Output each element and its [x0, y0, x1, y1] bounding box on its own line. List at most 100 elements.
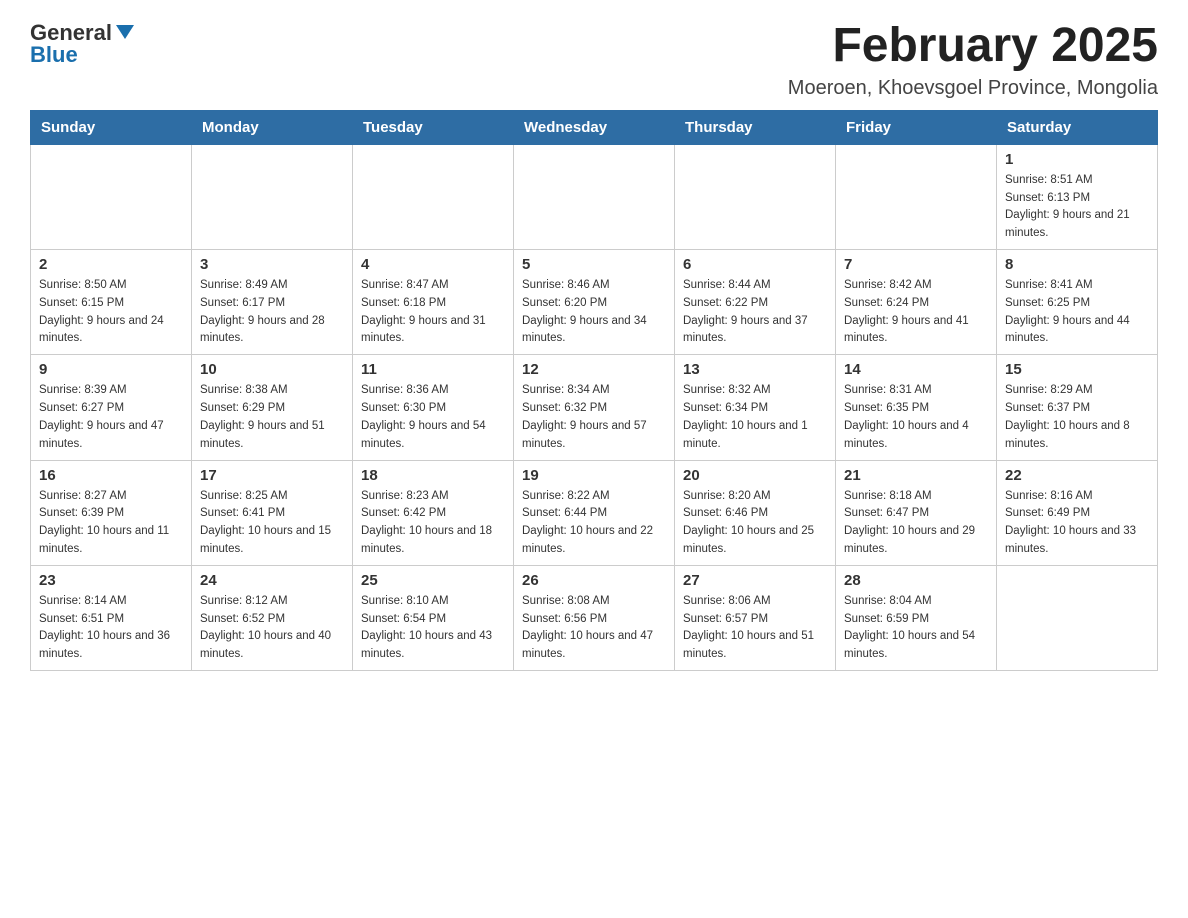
day-number: 9 — [39, 361, 183, 378]
header-thursday: Thursday — [675, 110, 836, 144]
calendar-cell: 8 Sunrise: 8:41 AMSunset: 6:25 PMDaylight… — [997, 250, 1158, 355]
calendar-cell: 27 Sunrise: 8:06 AMSunset: 6:57 PMDayligh… — [675, 565, 836, 670]
calendar-cell: 7 Sunrise: 8:42 AMSunset: 6:24 PMDaylight… — [836, 250, 997, 355]
day-number: 28 — [844, 572, 988, 589]
day-number: 18 — [361, 467, 505, 484]
calendar-cell: 24 Sunrise: 8:12 AMSunset: 6:52 PMDayligh… — [192, 565, 353, 670]
day-info: Sunrise: 8:16 AMSunset: 6:49 PMDaylight:… — [1005, 488, 1149, 559]
day-number: 11 — [361, 361, 505, 378]
calendar-cell: 18Sunrise: 8:23 AMSunset: 6:42 PMDayligh… — [353, 460, 514, 565]
calendar-cell: 5 Sunrise: 8:46 AMSunset: 6:20 PMDaylight… — [514, 250, 675, 355]
calendar-cell — [836, 144, 997, 249]
day-info: Sunrise: 8:39 AMSunset: 6:27 PMDaylight:… — [39, 382, 183, 453]
calendar-cell: 15 Sunrise: 8:29 AMSunset: 6:37 PMDayligh… — [997, 355, 1158, 460]
day-number: 6 — [683, 256, 827, 273]
day-info: Sunrise: 8:22 AMSunset: 6:44 PMDaylight:… — [522, 488, 666, 559]
calendar-cell — [997, 565, 1158, 670]
header-monday: Monday — [192, 110, 353, 144]
calendar-cell: 26 Sunrise: 8:08 AMSunset: 6:56 PMDayligh… — [514, 565, 675, 670]
calendar-cell: 25Sunrise: 8:10 AMSunset: 6:54 PMDayligh… — [353, 565, 514, 670]
day-info: Sunrise: 8:42 AMSunset: 6:24 PMDaylight:… — [844, 277, 988, 348]
day-info: Sunrise: 8:25 AMSunset: 6:41 PMDaylight:… — [200, 488, 344, 559]
day-number: 14 — [844, 361, 988, 378]
calendar-cell: 22 Sunrise: 8:16 AMSunset: 6:49 PMDayligh… — [997, 460, 1158, 565]
day-number: 13 — [683, 361, 827, 378]
calendar-cell: 19 Sunrise: 8:22 AMSunset: 6:44 PMDayligh… — [514, 460, 675, 565]
day-number: 17 — [200, 467, 344, 484]
calendar-cell: 10 Sunrise: 8:38 AMSunset: 6:29 PMDayligh… — [192, 355, 353, 460]
day-number: 20 — [683, 467, 827, 484]
day-info: Sunrise: 8:10 AMSunset: 6:54 PMDaylight:… — [361, 593, 505, 664]
calendar-cell — [31, 144, 192, 249]
title-area: February 2025 Moeroen, Khoevsgoel Provin… — [788, 20, 1158, 100]
day-info: Sunrise: 8:44 AMSunset: 6:22 PMDaylight:… — [683, 277, 827, 348]
day-number: 27 — [683, 572, 827, 589]
day-number: 2 — [39, 256, 183, 273]
day-info: Sunrise: 8:46 AMSunset: 6:20 PMDaylight:… — [522, 277, 666, 348]
logo: General Blue — [30, 20, 134, 68]
calendar-cell — [192, 144, 353, 249]
day-info: Sunrise: 8:27 AMSunset: 6:39 PMDaylight:… — [39, 488, 183, 559]
day-number: 22 — [1005, 467, 1149, 484]
header-friday: Friday — [836, 110, 997, 144]
day-info: Sunrise: 8:04 AMSunset: 6:59 PMDaylight:… — [844, 593, 988, 664]
calendar-table: Sunday Monday Tuesday Wednesday Thursday… — [30, 110, 1158, 671]
day-number: 4 — [361, 256, 505, 273]
day-info: Sunrise: 8:49 AMSunset: 6:17 PMDaylight:… — [200, 277, 344, 348]
day-number: 3 — [200, 256, 344, 273]
day-number: 8 — [1005, 256, 1149, 273]
day-info: Sunrise: 8:12 AMSunset: 6:52 PMDaylight:… — [200, 593, 344, 664]
calendar-cell: 2 Sunrise: 8:50 AMSunset: 6:15 PMDaylight… — [31, 250, 192, 355]
header-sunday: Sunday — [31, 110, 192, 144]
day-number: 10 — [200, 361, 344, 378]
day-number: 16 — [39, 467, 183, 484]
week-row-5: 23 Sunrise: 8:14 AMSunset: 6:51 PMDayligh… — [31, 565, 1158, 670]
calendar-cell: 4 Sunrise: 8:47 AMSunset: 6:18 PMDaylight… — [353, 250, 514, 355]
day-number: 5 — [522, 256, 666, 273]
header-tuesday: Tuesday — [353, 110, 514, 144]
day-info: Sunrise: 8:41 AMSunset: 6:25 PMDaylight:… — [1005, 277, 1149, 348]
calendar-cell: 23 Sunrise: 8:14 AMSunset: 6:51 PMDayligh… — [31, 565, 192, 670]
calendar-cell: 14 Sunrise: 8:31 AMSunset: 6:35 PMDayligh… — [836, 355, 997, 460]
calendar-cell — [675, 144, 836, 249]
day-info: Sunrise: 8:06 AMSunset: 6:57 PMDaylight:… — [683, 593, 827, 664]
day-number: 15 — [1005, 361, 1149, 378]
day-number: 26 — [522, 572, 666, 589]
day-number: 24 — [200, 572, 344, 589]
day-info: Sunrise: 8:20 AMSunset: 6:46 PMDaylight:… — [683, 488, 827, 559]
calendar-cell: 17 Sunrise: 8:25 AMSunset: 6:41 PMDayligh… — [192, 460, 353, 565]
day-info: Sunrise: 8:29 AMSunset: 6:37 PMDaylight:… — [1005, 382, 1149, 453]
day-info: Sunrise: 8:08 AMSunset: 6:56 PMDaylight:… — [522, 593, 666, 664]
week-row-4: 16 Sunrise: 8:27 AMSunset: 6:39 PMDayligh… — [31, 460, 1158, 565]
day-number: 23 — [39, 572, 183, 589]
page-header: General Blue February 2025 Moeroen, Khoe… — [30, 20, 1158, 100]
calendar-cell: 12Sunrise: 8:34 AMSunset: 6:32 PMDayligh… — [514, 355, 675, 460]
day-number: 12 — [522, 361, 666, 378]
week-row-1: 1Sunrise: 8:51 AMSunset: 6:13 PMDaylight… — [31, 144, 1158, 249]
day-info: Sunrise: 8:36 AMSunset: 6:30 PMDaylight:… — [361, 382, 505, 453]
day-number: 19 — [522, 467, 666, 484]
day-info: Sunrise: 8:18 AMSunset: 6:47 PMDaylight:… — [844, 488, 988, 559]
calendar-cell: 20 Sunrise: 8:20 AMSunset: 6:46 PMDayligh… — [675, 460, 836, 565]
calendar-cell: 16 Sunrise: 8:27 AMSunset: 6:39 PMDayligh… — [31, 460, 192, 565]
calendar-cell: 13 Sunrise: 8:32 AMSunset: 6:34 PMDayligh… — [675, 355, 836, 460]
weekday-header-row: Sunday Monday Tuesday Wednesday Thursday… — [31, 110, 1158, 144]
calendar-cell: 6 Sunrise: 8:44 AMSunset: 6:22 PMDaylight… — [675, 250, 836, 355]
calendar-subtitle: Moeroen, Khoevsgoel Province, Mongolia — [788, 77, 1158, 100]
day-info: Sunrise: 8:50 AMSunset: 6:15 PMDaylight:… — [39, 277, 183, 348]
logo-blue-text: Blue — [30, 42, 78, 68]
day-info: Sunrise: 8:14 AMSunset: 6:51 PMDaylight:… — [39, 593, 183, 664]
calendar-cell: 11 Sunrise: 8:36 AMSunset: 6:30 PMDayligh… — [353, 355, 514, 460]
day-number: 7 — [844, 256, 988, 273]
day-info: Sunrise: 8:31 AMSunset: 6:35 PMDaylight:… — [844, 382, 988, 453]
day-info: Sunrise: 8:32 AMSunset: 6:34 PMDaylight:… — [683, 382, 827, 453]
day-number: 21 — [844, 467, 988, 484]
calendar-cell: 21 Sunrise: 8:18 AMSunset: 6:47 PMDayligh… — [836, 460, 997, 565]
day-info: Sunrise: 8:38 AMSunset: 6:29 PMDaylight:… — [200, 382, 344, 453]
day-info: Sunrise: 8:47 AMSunset: 6:18 PMDaylight:… — [361, 277, 505, 348]
calendar-cell: 3 Sunrise: 8:49 AMSunset: 6:17 PMDaylight… — [192, 250, 353, 355]
logo-triangle-icon — [116, 25, 134, 39]
day-info: Sunrise: 8:51 AMSunset: 6:13 PMDaylight:… — [1005, 172, 1149, 243]
header-wednesday: Wednesday — [514, 110, 675, 144]
calendar-cell: 9 Sunrise: 8:39 AMSunset: 6:27 PMDaylight… — [31, 355, 192, 460]
